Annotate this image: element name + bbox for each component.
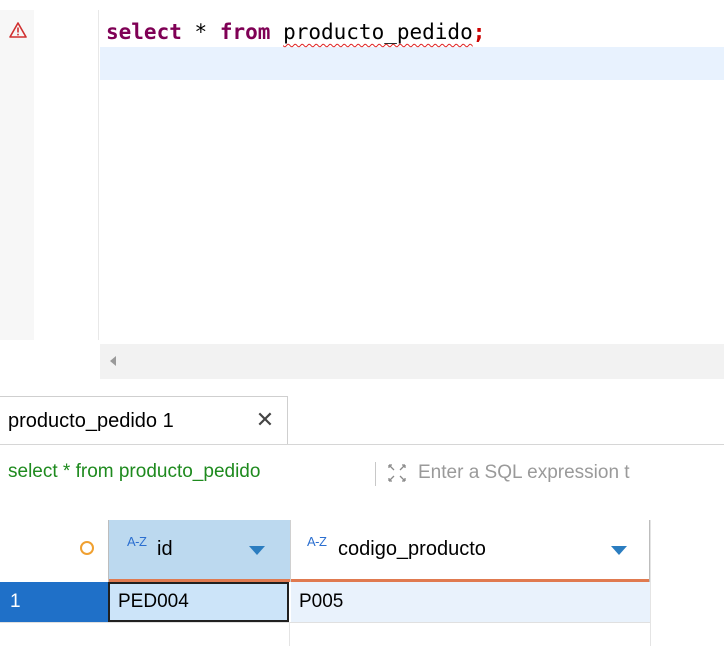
current-line-highlight — [100, 47, 724, 80]
cell-value: P005 — [299, 591, 344, 612]
row-number-cell[interactable]: 1 — [0, 582, 108, 622]
row-number-header[interactable] — [0, 520, 108, 582]
column-header-id[interactable]: A-Z id — [108, 520, 291, 582]
column-divider — [289, 622, 290, 646]
tab-producto-pedido-1[interactable]: producto_pedido 1 ✕ — [0, 396, 288, 444]
column-divider — [650, 520, 651, 646]
text-type-icon: A-Z — [307, 534, 327, 549]
star-token: * — [194, 20, 208, 44]
filter-bar: select * from producto_pedido — [0, 452, 724, 492]
results-tab-bar: producto_pedido 1 ✕ — [0, 396, 724, 445]
text-type-icon: A-Z — [127, 534, 147, 549]
cell-id[interactable]: PED004 — [108, 582, 289, 622]
filter-query-text: select * from producto_pedido — [8, 461, 261, 482]
cell-value: PED004 — [118, 591, 189, 612]
results-grid: A-Z id A-Z codigo_producto 1 PED004 P005 — [0, 520, 724, 646]
filter-separator — [375, 462, 376, 486]
close-icon[interactable]: ✕ — [255, 409, 275, 431]
tab-label: producto_pedido 1 — [8, 410, 174, 432]
cell-codigo-producto[interactable]: P005 — [291, 582, 650, 622]
row-divider — [0, 622, 650, 623]
expand-icon[interactable] — [386, 462, 408, 484]
column-menu-icon[interactable] — [611, 546, 627, 555]
filter-expression-input[interactable] — [414, 458, 724, 488]
select-all-icon[interactable] — [80, 541, 94, 555]
table-row[interactable]: 1 PED004 P005 — [0, 582, 650, 622]
editor-gutter — [0, 10, 34, 340]
row-number: 1 — [10, 591, 21, 612]
horizontal-scrollbar[interactable] — [100, 344, 724, 379]
table-identifier: producto_pedido — [283, 20, 473, 44]
column-name: codigo_producto — [338, 538, 486, 560]
sql-code-line[interactable]: select * from producto_pedido; — [106, 18, 485, 46]
warning-icon[interactable] — [9, 22, 27, 38]
column-name: id — [157, 538, 173, 560]
column-header-codigo-producto[interactable]: A-Z codigo_producto — [291, 520, 650, 582]
sql-editor[interactable]: select * from producto_pedido; — [0, 0, 724, 380]
semicolon-token: ; — [472, 20, 486, 44]
keyword-select: select — [106, 20, 182, 44]
scroll-left-icon[interactable] — [110, 356, 116, 366]
gutter-divider — [98, 10, 99, 340]
column-menu-icon[interactable] — [249, 546, 265, 555]
keyword-from: from — [219, 20, 271, 44]
